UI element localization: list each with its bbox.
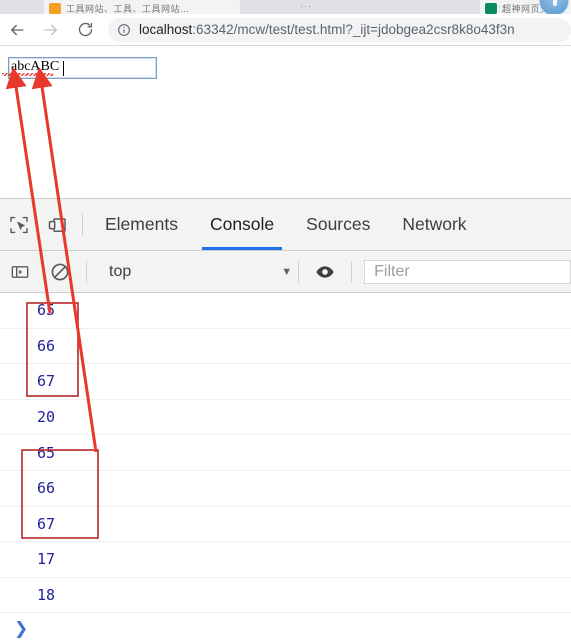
back-button[interactable] (0, 14, 34, 45)
browser-window: 工具网站、工具、工具网站… ··· 超神网页文… ··· localhost:6… (0, 0, 571, 198)
tab-overflow-dots-2: ··· (498, 1, 510, 11)
inspect-element-icon (10, 216, 28, 233)
arrow-left-icon (11, 24, 24, 35)
console-toolbar-separator-2 (298, 260, 300, 283)
console-value: 67 (37, 372, 56, 391)
console-value: 18 (37, 586, 56, 605)
tab-sources[interactable]: Sources (290, 199, 386, 250)
console-row[interactable]: 65 (0, 293, 571, 329)
devtools-tabbar: Elements Console Sources Network (0, 199, 571, 251)
text-cursor (63, 61, 64, 76)
live-expression-button[interactable] (305, 252, 345, 292)
clear-console-button[interactable] (40, 252, 80, 292)
tab-favicon-icon-2 (485, 3, 497, 14)
console-row[interactable]: 20 (0, 400, 571, 436)
live-expression-eye-icon (316, 265, 334, 278)
console-toolbar-separator (86, 260, 87, 283)
toolbar-separator (82, 213, 83, 236)
device-toolbar-button[interactable] (38, 203, 76, 247)
filter-placeholder: Filter (374, 262, 410, 280)
devtools-panel: Elements Console Sources Network top ▼ F… (0, 198, 571, 641)
console-toolbar: top ▼ Filter (0, 251, 571, 293)
console-prompt[interactable]: ❯ (0, 613, 571, 641)
console-row[interactable]: 66 (0, 471, 571, 507)
console-value: 66 (37, 479, 56, 498)
page-viewport: abcABC (0, 46, 571, 198)
device-toolbar-icon (48, 217, 66, 232)
browser-tab-1-title: 工具网站、工具、工具网站… (66, 4, 190, 14)
reload-button[interactable] (68, 14, 102, 45)
console-row[interactable]: 65 (0, 435, 571, 471)
filter-input[interactable]: Filter (364, 259, 571, 284)
execution-context-select[interactable]: top (109, 263, 131, 281)
browser-toolbar: localhost:63342/mcw/test/test.html?_ijt=… (0, 14, 571, 45)
console-row[interactable]: 18 (0, 578, 571, 614)
console-value: 65 (37, 301, 56, 320)
reload-icon (78, 22, 92, 37)
tab-elements[interactable]: Elements (89, 199, 194, 250)
console-value: 66 (37, 336, 56, 355)
tab-favicon-icon (49, 3, 61, 14)
console-row[interactable]: 67 (0, 507, 571, 543)
url-path: :63342/mcw/test/test.html?_ijt=jdobgea2c… (192, 21, 515, 37)
console-row[interactable]: 67 (0, 364, 571, 400)
tab-overflow-dots: ··· (300, 1, 312, 11)
spellcheck-underline (2, 73, 53, 76)
inspect-element-button[interactable] (0, 203, 38, 247)
address-bar-url: localhost:63342/mcw/test/test.html?_ijt=… (139, 22, 515, 38)
address-bar[interactable]: localhost:63342/mcw/test/test.html?_ijt=… (108, 17, 571, 42)
tab-strip: 工具网站、工具、工具网站… ··· 超神网页文… ··· (0, 0, 571, 14)
info-circle-icon[interactable] (117, 23, 131, 37)
console-sidebar-icon (11, 265, 29, 278)
prompt-chevron-icon: ❯ (14, 618, 29, 639)
url-host: localhost (139, 21, 193, 37)
console-message-list[interactable]: 65 66 67 20 65 66 67 17 18 ❯ (0, 293, 571, 641)
console-value: 20 (37, 408, 56, 427)
console-row[interactable]: 66 (0, 329, 571, 365)
tab-network[interactable]: Network (386, 199, 482, 250)
clear-console-icon (51, 263, 69, 280)
browser-tab-1[interactable]: 工具网站、工具、工具网站… (44, 0, 240, 14)
console-value: 67 (37, 514, 56, 533)
tab-console[interactable]: Console (194, 199, 290, 250)
console-toolbar-separator-3 (351, 260, 353, 283)
forward-button[interactable] (34, 14, 68, 45)
console-sidebar-button[interactable] (0, 252, 40, 292)
console-row[interactable]: 17 (0, 542, 571, 578)
console-value: 65 (37, 443, 56, 462)
arrow-right-icon (44, 24, 57, 35)
console-value: 17 (37, 550, 56, 569)
chevron-down-icon[interactable]: ▼ (281, 266, 292, 278)
